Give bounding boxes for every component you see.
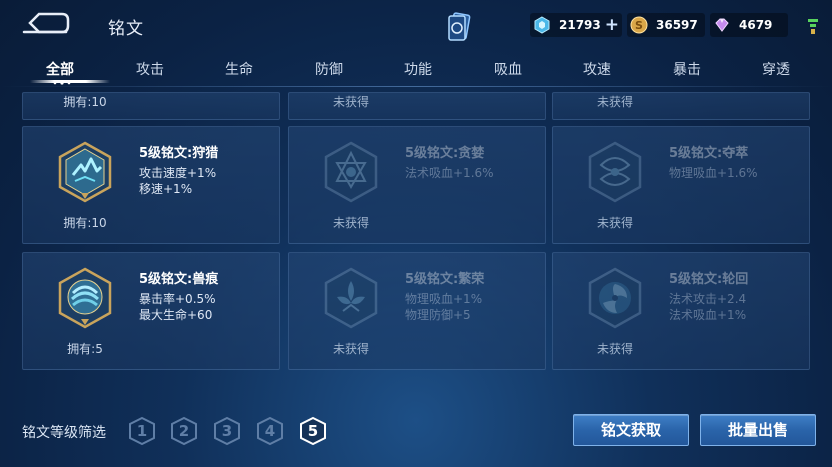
owned-count: 拥有:10	[63, 216, 107, 230]
attribute-line: 法术攻击+2.4	[669, 292, 747, 306]
owned-count: 未获得	[332, 342, 369, 356]
inscription-name: 5级铭文:夺萃	[669, 146, 749, 161]
tab-health[interactable]: 生命	[209, 59, 269, 79]
inscription-card-icon[interactable]	[446, 12, 472, 42]
inscription-attributes: 物理吸血+1.6%	[669, 165, 758, 181]
inscription-name: 5级铭文:狩猎	[139, 146, 219, 161]
diamond-icon	[534, 16, 550, 34]
level-filter-3[interactable]: 3	[213, 416, 241, 446]
attribute-line: 最大生命+60	[139, 308, 213, 322]
inscription-attributes: 攻击速度+1% 移速+1%	[139, 165, 216, 197]
beast-mark-inscription-icon	[58, 267, 112, 329]
add-diamond-button[interactable]: +	[605, 15, 619, 35]
page-title: 铭文	[108, 19, 144, 39]
inscription-attributes: 物理吸血+1% 物理防御+5	[405, 291, 482, 323]
inscription-card-seize[interactable]: 未获得 5级铭文:夺萃 物理吸血+1.6%	[552, 126, 810, 244]
back-arrow-icon[interactable]	[22, 10, 72, 36]
owned-count: 未获得	[332, 95, 369, 109]
top-bar: 铭文 21793 + S 36597 4679	[0, 0, 832, 50]
tab-attack-speed[interactable]: 攻速	[567, 59, 627, 79]
inscription-card-greed[interactable]: 未获得 5级铭文:贪婪 法术吸血+1.6%	[288, 126, 546, 244]
greed-inscription-icon	[324, 141, 378, 203]
level-number: 5	[307, 422, 319, 440]
owned-count: 拥有:10	[63, 95, 107, 109]
svg-text:S: S	[635, 19, 643, 32]
tab-defense[interactable]: 防御	[299, 59, 359, 79]
tab-critical[interactable]: 暴击	[657, 59, 717, 79]
inscription-attributes: 法术攻击+2.4 法术吸血+1%	[669, 291, 746, 323]
inscription-card[interactable]: 未获得	[288, 92, 546, 120]
inscription-name: 5级铭文:轮回	[669, 272, 749, 287]
inscription-card[interactable]: 拥有:10	[22, 92, 280, 120]
tab-all[interactable]: 全部	[30, 59, 90, 79]
currency-crystal-value: 4679	[739, 18, 773, 32]
level-number: 4	[264, 422, 276, 440]
category-tabs: 全部 攻击 生命 防御 功能 吸血 攻速 暴击 穿透	[0, 52, 832, 86]
hunt-inscription-icon	[58, 141, 112, 203]
gold-coin-icon: S	[630, 16, 648, 34]
level-number: 2	[178, 422, 190, 440]
network-signal-icon	[808, 19, 818, 34]
tab-lifesteal[interactable]: 吸血	[478, 59, 538, 79]
tab-penetration[interactable]: 穿透	[746, 59, 806, 79]
currency-diamond-value: 21793	[559, 18, 601, 32]
tab-function[interactable]: 功能	[388, 59, 448, 79]
owned-count: 拥有:5	[67, 342, 103, 356]
prosperity-inscription-icon	[324, 267, 378, 329]
currency-diamond: 21793 +	[530, 13, 622, 37]
inscription-card-beast-mark[interactable]: 拥有:5 5级铭文:兽痕 暴击率+0.5% 最大生命+60	[22, 252, 280, 370]
inscription-card-prosperity[interactable]: 未获得 5级铭文:繁荣 物理吸血+1% 物理防御+5	[288, 252, 546, 370]
attribute-line: 物理吸血+1%	[405, 292, 483, 306]
owned-count: 未获得	[332, 216, 369, 230]
attribute-line: 物理吸血+1.6%	[669, 166, 758, 180]
level-filter-2[interactable]: 2	[170, 416, 198, 446]
attribute-line: 法术吸血+1.6%	[405, 166, 494, 180]
tabs-divider	[0, 86, 832, 87]
currency-gold: S 36597	[627, 13, 705, 37]
inscription-grid: 拥有:10 未获得 未获得 拥有:10 5级铭文:狩猎 攻击速度+1% 移速+1…	[0, 92, 832, 375]
crystal-icon	[715, 18, 729, 32]
inscription-card-hunt[interactable]: 拥有:10 5级铭文:狩猎 攻击速度+1% 移速+1%	[22, 126, 280, 244]
bulk-sell-button[interactable]: 批量出售	[700, 414, 816, 446]
tab-attack[interactable]: 攻击	[120, 59, 180, 79]
owned-count: 未获得	[596, 342, 633, 356]
inscription-name: 5级铭文:贪婪	[405, 146, 485, 161]
reincarnation-inscription-icon	[588, 267, 642, 329]
level-filter-5[interactable]: 5	[299, 416, 327, 446]
attribute-line: 移速+1%	[139, 182, 193, 196]
currency-gold-value: 36597	[656, 18, 698, 32]
inscription-name: 5级铭文:繁荣	[405, 272, 485, 287]
level-filter-4[interactable]: 4	[256, 416, 284, 446]
get-inscription-button[interactable]: 铭文获取	[573, 414, 689, 446]
inscription-card-reincarnation[interactable]: 未获得 5级铭文:轮回 法术攻击+2.4 法术吸血+1%	[552, 252, 810, 370]
currency-crystal: 4679	[710, 13, 788, 37]
owned-count: 未获得	[596, 95, 633, 109]
level-number: 3	[221, 422, 233, 440]
level-filter-label: 铭文等级筛选	[22, 425, 106, 441]
attribute-line: 法术吸血+1%	[669, 308, 747, 322]
active-tab-dots-icon	[53, 81, 71, 85]
attribute-line: 攻击速度+1%	[139, 166, 217, 180]
level-filter-1[interactable]: 1	[128, 416, 156, 446]
inscription-attributes: 暴击率+0.5% 最大生命+60	[139, 291, 216, 323]
level-number: 1	[136, 422, 148, 440]
inscription-name: 5级铭文:兽痕	[139, 272, 219, 287]
attribute-line: 物理防御+5	[405, 308, 471, 322]
inscription-attributes: 法术吸血+1.6%	[405, 165, 494, 181]
seize-inscription-icon	[588, 141, 642, 203]
inscription-card[interactable]: 未获得	[552, 92, 810, 120]
owned-count: 未获得	[596, 216, 633, 230]
attribute-line: 暴击率+0.5%	[139, 292, 216, 306]
